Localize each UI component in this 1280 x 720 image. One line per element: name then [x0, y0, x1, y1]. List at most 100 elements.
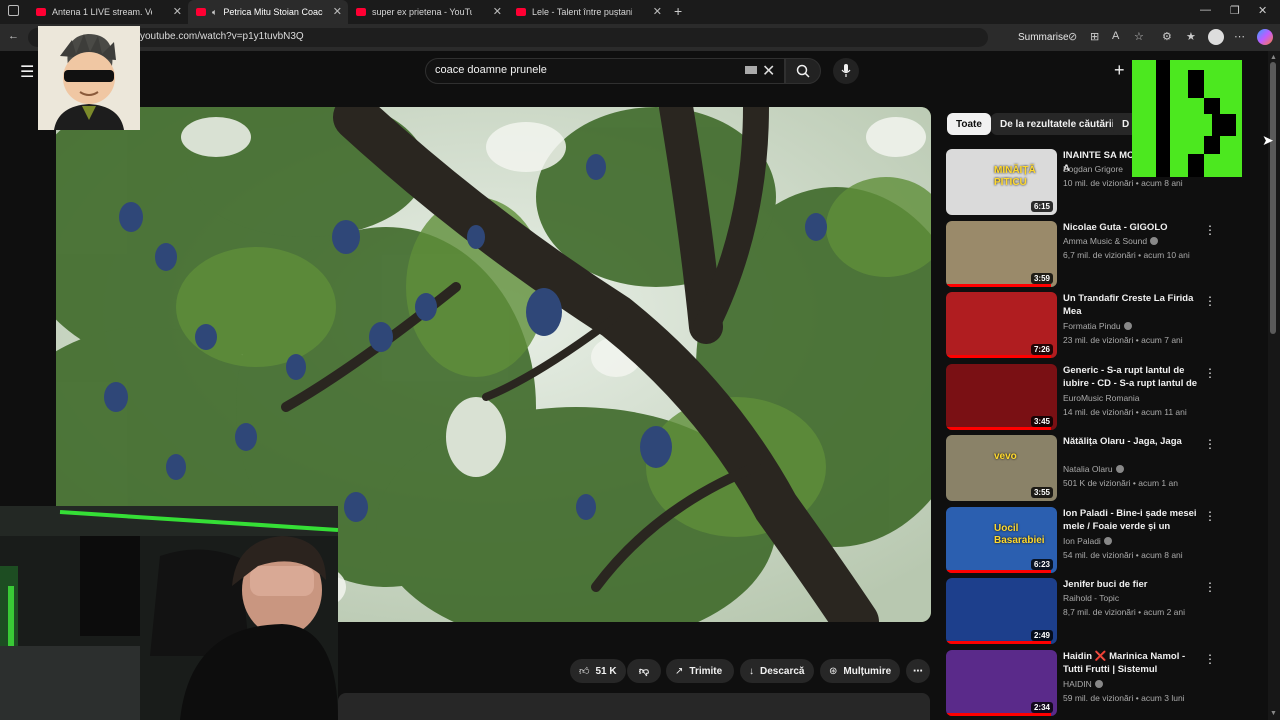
more-actions-button[interactable]: ⋯: [906, 659, 930, 683]
channel-name[interactable]: Raihold - Topic: [1063, 593, 1119, 603]
favorite-icon[interactable]: ☆: [1134, 30, 1144, 43]
thanks-button[interactable]: ⊛ Mulțumire: [820, 659, 900, 683]
recommendation-item[interactable]: 2:34 Haidin ❌ Marinica Namol - Tutti Frut…: [946, 649, 1226, 718]
thumbnail-text: MINĂIȚĂ PITICU: [994, 165, 1036, 188]
minimize-icon[interactable]: —: [1200, 4, 1211, 16]
read-aloud-icon[interactable]: A: [1112, 30, 1119, 42]
more-options-icon[interactable]: ⋮: [1204, 437, 1216, 451]
recommendation-item[interactable]: 2:49 Jenifer buci de fier Raihold - Topic 8…: [946, 578, 1226, 646]
profile-avatar[interactable]: [1208, 29, 1224, 45]
like-button[interactable]: 👍︎ 51 K: [570, 659, 626, 683]
keyboard-icon[interactable]: [745, 66, 757, 74]
close-window-icon[interactable]: ✕: [1258, 4, 1267, 17]
download-button[interactable]: ↓ Descarcă: [740, 659, 814, 683]
channel-name[interactable]: EuroMusic Romania: [1063, 393, 1140, 403]
close-tab-icon[interactable]: ✕: [493, 5, 502, 18]
channel-name[interactable]: Formatia Pindu: [1063, 321, 1132, 331]
summarise-button[interactable]: Summarise: [1018, 32, 1069, 43]
filter-chip-0[interactable]: Toate: [947, 113, 991, 135]
browser-tab-3[interactable]: Lele - Talent între puștani | Official ✕: [508, 0, 668, 24]
channel-name[interactable]: HAIDIN: [1063, 679, 1103, 689]
more-options-icon[interactable]: ⋮: [1204, 366, 1216, 380]
app-icon[interactable]: ⊞: [1090, 30, 1099, 43]
channel-name-text: Amma Music & Sound: [1063, 235, 1148, 246]
dislike-button[interactable]: 👎︎: [627, 659, 661, 683]
recommendation-item[interactable]: 7:26 Un Trandafir Creste La Firida Mea For…: [946, 292, 1226, 360]
video-thumbnail[interactable]: 7:26: [946, 292, 1057, 358]
close-tab-icon[interactable]: ✕: [333, 5, 342, 18]
page-scrollbar-thumb[interactable]: [1270, 62, 1276, 334]
description-box[interactable]: [338, 693, 930, 720]
filter-chip-1[interactable]: De la rezultatele căutării: [991, 113, 1124, 135]
recommendation-item[interactable]: Uocil Basarabiei 6:23 Ion Paladi - Bine-i …: [946, 506, 1226, 575]
channel-name-text: Ion Paladi: [1063, 535, 1101, 546]
recommendation-item[interactable]: 3:45 Generic - S-a rupt lantul de iubire …: [946, 363, 1226, 432]
browser-tab-1[interactable]: 🔈︎ Petrica Mitu Stoian Coace D ✕: [188, 0, 348, 24]
restore-icon[interactable]: ❐: [1230, 4, 1240, 17]
video-thumbnail[interactable]: 2:49: [946, 578, 1057, 644]
search-button[interactable]: [785, 58, 821, 84]
clear-search-icon[interactable]: ✕: [762, 61, 775, 81]
browser-menu-icon[interactable]: ⋯: [1234, 30, 1245, 43]
extensions-icon[interactable]: ⚙: [1162, 30, 1172, 43]
video-meta: 59 mil. de vizionări • acum 3 luni: [1063, 692, 1185, 703]
scroll-up-icon[interactable]: ▲: [1270, 54, 1277, 61]
tab-actions-icon[interactable]: [8, 5, 19, 16]
recommendation-item[interactable]: vevo 3:55 Nătălița Olaru - Jaga, Jaga Natal…: [946, 435, 1226, 503]
video-title[interactable]: Nătălița Olaru - Jaga, Jaga: [1063, 435, 1201, 448]
url-text[interactable]: youtube.com/watch?v=p1y1tuvbN3Q: [140, 31, 304, 42]
more-options-icon[interactable]: ⋮: [1204, 223, 1216, 237]
video-thumbnail[interactable]: vevo 3:55: [946, 435, 1057, 501]
browser-tab-2[interactable]: super ex prietena - YouTube ✕: [348, 0, 508, 24]
tab-title: Lele - Talent între puștani | Official: [532, 7, 632, 17]
verified-icon: [1123, 322, 1132, 330]
speaker-icon[interactable]: 🔈︎: [212, 7, 217, 18]
tab-title: Petrica Mitu Stoian Coace D: [223, 7, 323, 17]
more-options-icon[interactable]: ⋮: [1204, 652, 1216, 666]
more-options-icon[interactable]: ⋮: [1204, 294, 1216, 308]
video-title[interactable]: Nicolae Guta - GIGOLO: [1063, 221, 1201, 234]
video-thumbnail[interactable]: 2:34: [946, 649, 1057, 716]
video-duration: 3:59: [1030, 272, 1053, 284]
more-options-icon[interactable]: ⋮: [1204, 580, 1216, 594]
recommendation-item[interactable]: 3:59 Nicolae Guta - GIGOLO Amma Music & So…: [946, 220, 1226, 289]
search-query[interactable]: coace doamne prunele: [435, 64, 547, 76]
watch-progress-bar: [946, 641, 1052, 644]
more-options-icon[interactable]: ⋮: [1204, 509, 1216, 523]
verified-icon: [1103, 536, 1112, 545]
scroll-down-icon[interactable]: ▼: [1270, 710, 1277, 717]
channel-name[interactable]: Natalia Olaru: [1063, 464, 1124, 474]
download-label: Descarcă: [760, 665, 805, 677]
video-thumbnail[interactable]: MINĂIȚĂ PITICU 6:15: [946, 149, 1057, 215]
share-button[interactable]: ↗ Trimite: [666, 659, 734, 683]
hamburger-menu-icon[interactable]: ☰: [20, 62, 34, 82]
copilot-logo-icon[interactable]: [1257, 29, 1273, 45]
channel-name[interactable]: Amma Music & Sound: [1063, 235, 1159, 246]
video-title[interactable]: Un Trandafir Creste La Firida Mea: [1063, 292, 1201, 318]
video-title[interactable]: Haidin ❌ Marinica Namol - Tutti Frutti |…: [1063, 650, 1201, 677]
video-duration: 6:15: [1030, 201, 1053, 212]
voice-search-button[interactable]: [833, 58, 859, 84]
video-title[interactable]: Generic - S-a rupt lantul de iubire - CD…: [1063, 364, 1201, 391]
video-meta: 501 K de vizionări • acum 1 an: [1063, 478, 1178, 488]
video-meta: 6,7 mil. de vizionări • acum 10 ani: [1063, 249, 1190, 260]
browser-tab-0[interactable]: Antena 1 LIVE stream. Vezi online ✕: [28, 0, 188, 24]
search-icon: [796, 64, 810, 78]
back-icon[interactable]: ←: [8, 30, 19, 42]
green-k-logo-overlay: [1132, 60, 1242, 177]
video-duration: 3:55: [1030, 487, 1053, 498]
video-title[interactable]: Jenifer buci de fier: [1063, 578, 1201, 591]
video-title[interactable]: Ion Paladi - Bine-i șade mesei mele / Fo…: [1063, 507, 1201, 534]
channel-name-text: HAIDIN: [1063, 678, 1092, 689]
close-tab-icon[interactable]: ✕: [173, 5, 182, 18]
channel-name[interactable]: Ion Paladi: [1063, 536, 1112, 546]
new-tab-icon[interactable]: +: [674, 3, 682, 19]
create-icon[interactable]: +: [1114, 60, 1125, 81]
copilot-icon[interactable]: ⊘: [1068, 30, 1077, 43]
favorites-icon[interactable]: ★: [1186, 30, 1196, 43]
video-thumbnail[interactable]: 3:59: [946, 220, 1057, 287]
close-tab-icon[interactable]: ✕: [653, 5, 662, 18]
video-thumbnail[interactable]: 3:45: [946, 363, 1057, 430]
video-thumbnail[interactable]: Uocil Basarabiei 6:23: [946, 506, 1057, 573]
channel-name[interactable]: Bogdan Grigore: [1063, 164, 1123, 174]
